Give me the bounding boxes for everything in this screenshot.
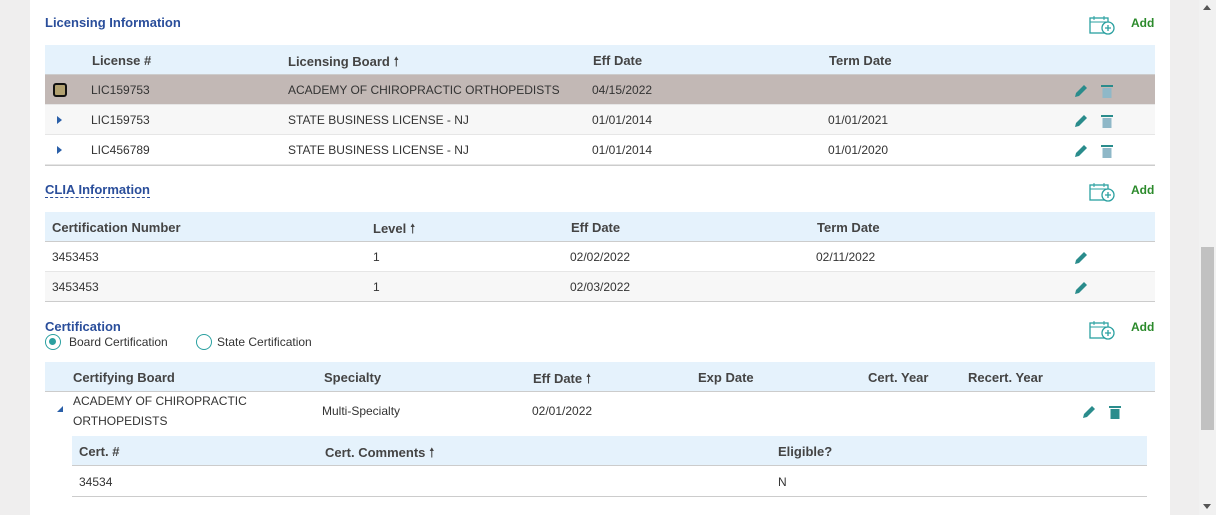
col-eff-date[interactable]: Eff Date	[593, 53, 642, 68]
delete-trash-icon[interactable]	[1107, 404, 1123, 420]
table-row[interactable]: 3453453 1 02/03/2022	[45, 272, 1155, 302]
level: 1	[373, 280, 380, 294]
level: 1	[373, 250, 380, 264]
table-row[interactable]: 3453453 1 02/02/2022 02/11/2022	[45, 242, 1155, 272]
certification-title: Certification	[45, 319, 121, 334]
col-eff-date[interactable]: Eff Date 🠕	[533, 370, 591, 392]
scroll-up-icon[interactable]	[1203, 5, 1211, 10]
eff-date: 01/01/2014	[592, 113, 653, 127]
radio-label[interactable]: Board Certification	[69, 335, 168, 349]
licensing-board: STATE BUSINESS LICENSE - NJ	[288, 143, 469, 157]
term-date: 02/11/2022	[816, 250, 876, 264]
eff-date: 02/01/2022	[532, 404, 593, 418]
edit-pencil-icon[interactable]	[1081, 404, 1097, 420]
board-certification-radio[interactable]	[45, 334, 61, 350]
add-calendar-icon[interactable]	[1089, 15, 1115, 35]
certifying-board: ORTHOPEDISTS	[73, 414, 168, 428]
col-license[interactable]: License #	[92, 53, 151, 68]
certification-row[interactable]: ACADEMY OF CHIROPRACTIC ORTHOPEDISTS Mul…	[45, 392, 1155, 436]
col-certification-number[interactable]: Certification Number	[52, 220, 181, 235]
edit-pencil-icon[interactable]	[1073, 83, 1089, 99]
col-certifying-board[interactable]: Certifying Board	[73, 370, 175, 385]
delete-trash-icon[interactable]	[1099, 113, 1115, 129]
delete-trash-icon[interactable]	[1099, 83, 1115, 99]
cert-number: 34534	[79, 475, 113, 489]
term-date: 01/01/2021	[828, 113, 889, 127]
sort-asc-icon: 🠕	[585, 371, 592, 386]
license-number: LIC159753	[91, 113, 150, 127]
licensing-table-header: License # Licensing Board 🠕 Eff Date Ter…	[45, 45, 1155, 75]
cert-sub-row[interactable]: 34534 N	[72, 467, 1147, 497]
col-exp-date[interactable]: Exp Date	[698, 370, 754, 385]
sort-asc-icon: 🠕	[409, 221, 416, 236]
certification-add-button[interactable]: Add	[1131, 320, 1154, 334]
collapse-icon[interactable]	[57, 406, 63, 412]
clia-add-button[interactable]: Add	[1131, 183, 1154, 197]
expand-icon[interactable]	[57, 146, 62, 154]
eff-date: 01/01/2014	[592, 143, 653, 157]
col-eligible[interactable]: Eligible?	[778, 444, 832, 459]
licensing-title: Licensing Information	[45, 15, 181, 30]
col-term-date[interactable]: Term Date	[829, 53, 892, 68]
sort-asc-icon: 🠕	[393, 54, 400, 69]
certifying-board: ACADEMY OF CHIROPRACTIC	[73, 394, 247, 408]
state-certification-radio[interactable]	[196, 334, 212, 350]
expand-icon[interactable]	[57, 116, 62, 124]
col-cert-number[interactable]: Cert. #	[79, 444, 119, 459]
eff-date: 02/02/2022	[570, 250, 631, 264]
add-calendar-icon[interactable]	[1089, 182, 1115, 202]
certification-number: 3453453	[52, 280, 99, 294]
certification-number: 3453453	[52, 250, 99, 264]
add-calendar-icon[interactable]	[1089, 320, 1115, 340]
licensing-board: STATE BUSINESS LICENSE - NJ	[288, 113, 469, 127]
radio-label[interactable]: State Certification	[217, 335, 312, 349]
license-number: LIC456789	[91, 143, 150, 157]
vertical-scrollbar[interactable]	[1199, 0, 1216, 515]
table-row[interactable]: LIC456789 STATE BUSINESS LICENSE - NJ 01…	[45, 135, 1155, 165]
col-label: Level	[373, 221, 407, 236]
col-cert-comments[interactable]: Cert. Comments 🠕	[325, 444, 435, 466]
eff-date: 02/03/2022	[570, 280, 631, 294]
clia-table-header: Certification Number Level 🠕 Eff Date Te…	[45, 212, 1155, 242]
licensing-add-button[interactable]: Add	[1131, 16, 1154, 30]
divider	[45, 165, 1155, 166]
certification-table-header: Certifying Board Specialty Eff Date 🠕 Ex…	[45, 362, 1155, 392]
scrollbar-thumb[interactable]	[1201, 247, 1214, 430]
eligible: N	[778, 475, 787, 489]
edit-pencil-icon[interactable]	[1073, 250, 1089, 266]
col-cert-year[interactable]: Cert. Year	[868, 370, 928, 385]
table-row[interactable]: LIC159753 ACADEMY OF CHIROPRACTIC ORTHOP…	[45, 75, 1155, 105]
specialty: Multi-Specialty	[322, 404, 401, 418]
delete-trash-icon[interactable]	[1099, 143, 1115, 159]
term-date: 01/01/2020	[828, 143, 889, 157]
table-row[interactable]: LIC159753 STATE BUSINESS LICENSE - NJ 01…	[45, 105, 1155, 135]
expand-icon[interactable]	[53, 83, 67, 97]
licensing-board: ACADEMY OF CHIROPRACTIC ORTHOPEDISTS	[288, 83, 560, 97]
main-panel: Licensing Information Add License # Lice…	[30, 0, 1170, 515]
col-label: Eff Date	[533, 371, 583, 386]
edit-pencil-icon[interactable]	[1073, 143, 1089, 159]
edit-pencil-icon[interactable]	[1073, 280, 1089, 296]
sort-asc-icon: 🠕	[429, 445, 435, 460]
col-level[interactable]: Level 🠕	[373, 220, 415, 242]
col-label: Cert. Comments	[325, 445, 426, 460]
col-specialty[interactable]: Specialty	[324, 370, 381, 385]
cert-sub-table-header: Cert. # Cert. Comments 🠕 Eligible?	[72, 436, 1147, 466]
license-number: LIC159753	[91, 83, 150, 97]
col-term-date[interactable]: Term Date	[817, 220, 880, 235]
col-label: Licensing Board	[288, 54, 390, 69]
edit-pencil-icon[interactable]	[1073, 113, 1089, 129]
col-recert-year[interactable]: Recert. Year	[968, 370, 1043, 385]
col-licensing-board[interactable]: Licensing Board 🠕	[288, 53, 399, 75]
scroll-down-icon[interactable]	[1203, 504, 1211, 509]
col-eff-date[interactable]: Eff Date	[571, 220, 620, 235]
clia-title[interactable]: CLIA Information	[45, 182, 150, 198]
eff-date: 04/15/2022	[592, 83, 653, 97]
